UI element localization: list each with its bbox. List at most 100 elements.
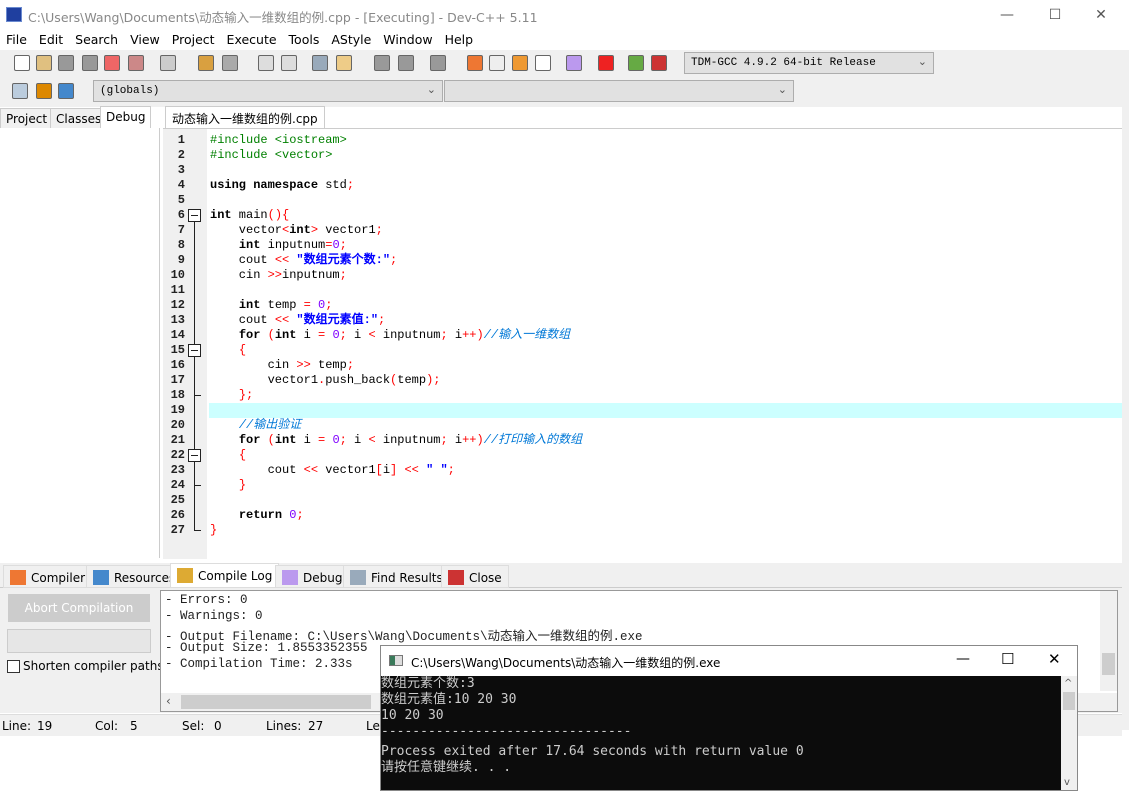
console-scrollbar[interactable]: ^ v <box>1061 676 1077 790</box>
code-line[interactable]: vector<int> vector1; <box>210 223 383 238</box>
code-line[interactable]: cin >>inputnum; <box>210 268 347 283</box>
profile-delete-icon[interactable] <box>651 55 667 71</box>
code-line[interactable]: for (int i = 0; i < inputnum; i++)//输入一维… <box>210 328 570 343</box>
code-line[interactable]: }; <box>210 388 253 403</box>
code-line[interactable]: return 0; <box>210 508 304 523</box>
compiler-select[interactable]: TDM-GCC 4.9.2 64-bit Release ⌄ <box>684 52 934 74</box>
stop-icon[interactable] <box>598 55 614 71</box>
scrollbar-thumb[interactable] <box>1102 653 1115 675</box>
indent-icon[interactable] <box>374 55 390 71</box>
console-close-button[interactable]: ✕ <box>1048 650 1061 668</box>
new-file-icon[interactable] <box>14 55 30 71</box>
code-line[interactable]: int inputnum=0; <box>210 238 347 253</box>
replace-icon[interactable] <box>281 55 297 71</box>
menu-edit[interactable]: Edit <box>33 30 69 47</box>
code-line[interactable]: cout << "数组元素个数:"; <box>210 253 397 268</box>
scroll-left-icon[interactable]: ‹ <box>166 694 171 708</box>
tab-close[interactable]: Close <box>441 565 509 588</box>
save-icon[interactable] <box>58 55 74 71</box>
fold-collapse-icon[interactable] <box>188 449 201 462</box>
tab-project[interactable]: Project <box>0 108 54 129</box>
code-line[interactable]: //输出验证 <box>210 418 301 433</box>
code-line[interactable]: vector1.push_back(temp); <box>210 373 441 388</box>
menu-view[interactable]: View <box>124 30 166 47</box>
goto-bookmark-icon[interactable] <box>336 55 352 71</box>
menu-execute[interactable]: Execute <box>221 30 283 47</box>
close-file-icon[interactable] <box>104 55 120 71</box>
code-line[interactable]: #include <iostream> <box>210 133 347 148</box>
console-maximize-button[interactable]: ☐ <box>1001 650 1014 668</box>
compile-run-icon[interactable] <box>512 55 528 71</box>
menu-bar: File Edit Search View Project Execute Tools ASt… <box>0 30 1129 50</box>
code-line[interactable]: int temp = 0; <box>210 298 333 313</box>
open-icon[interactable] <box>36 55 52 71</box>
console-minimize-button[interactable]: — <box>956 651 970 667</box>
col-label: Col: <box>95 719 119 733</box>
close-all-icon[interactable] <box>128 55 144 71</box>
code-line[interactable]: } <box>210 523 217 538</box>
syntax-check-icon[interactable] <box>566 55 582 71</box>
tab-debug[interactable]: Debug <box>100 106 152 129</box>
fold-collapse-icon[interactable] <box>188 209 201 222</box>
add-file-icon[interactable] <box>36 83 52 99</box>
abort-compilation-button[interactable]: Abort Compilation <box>8 594 150 622</box>
remove-file-icon[interactable] <box>58 83 74 99</box>
tab-classes[interactable]: Classes <box>50 108 108 129</box>
tab-compile-log[interactable]: Compile Log <box>170 563 280 588</box>
find-icon[interactable] <box>258 55 274 71</box>
print-icon[interactable] <box>160 55 176 71</box>
menu-file[interactable]: File <box>0 30 33 47</box>
code-line[interactable]: cout << vector1[i] << " "; <box>210 463 455 478</box>
goto-line-icon[interactable] <box>312 55 328 71</box>
code-token: ; <box>378 313 386 327</box>
scroll-up-icon[interactable]: ^ <box>1064 678 1072 689</box>
code-token: for <box>238 433 261 447</box>
code-line[interactable]: int main(){ <box>210 208 289 223</box>
minimize-button[interactable]: — <box>987 4 1027 26</box>
menu-project[interactable]: Project <box>166 30 221 47</box>
code-line[interactable]: { <box>210 448 246 463</box>
scrollbar-thumb[interactable] <box>1063 692 1075 710</box>
code-line[interactable]: cin >> temp; <box>210 358 354 373</box>
rebuild-icon[interactable] <box>535 55 551 71</box>
code-line[interactable]: { <box>210 343 246 358</box>
console-window[interactable]: C:\Users\Wang\Documents\动态输入一维数组的例.exe —… <box>380 645 1078 791</box>
undo-icon[interactable] <box>198 55 214 71</box>
tab-label: Find Results <box>371 571 443 585</box>
menu-astyle[interactable]: AStyle <box>325 30 377 47</box>
chart-icon[interactable] <box>628 55 644 71</box>
shorten-paths-checkbox[interactable] <box>7 660 20 673</box>
code-line[interactable]: } <box>210 478 246 493</box>
menu-window[interactable]: Window <box>377 30 438 47</box>
scrollbar-thumb[interactable] <box>181 695 371 709</box>
code-line[interactable]: #include <vector> <box>210 148 332 163</box>
maximize-button[interactable]: ☐ <box>1035 4 1075 26</box>
code-editor[interactable]: 1 2 3 4 5 6 7 8 9 10 11 12 13 14 15 16 17 18 19 20 21 22 23 24 2… <box>163 128 1122 559</box>
tab-compiler[interactable]: Compiler <box>3 565 93 588</box>
file-tab[interactable]: 动态输入一维数组的例.cpp <box>165 106 325 129</box>
tab-resources[interactable]: Resources <box>86 565 183 588</box>
menu-tools[interactable]: Tools <box>283 30 326 47</box>
save-all-icon[interactable] <box>82 55 98 71</box>
fold-collapse-icon[interactable] <box>188 344 201 357</box>
code-line[interactable]: for (int i = 0; i < inputnum; i++)//打印输入… <box>210 433 582 448</box>
run-icon[interactable] <box>489 55 505 71</box>
scope-select[interactable]: (globals) ⌄ <box>93 80 443 102</box>
redo-icon[interactable] <box>222 55 238 71</box>
new-class-icon[interactable] <box>12 83 28 99</box>
vertical-scrollbar[interactable] <box>1100 591 1117 691</box>
close-button[interactable]: ✕ <box>1081 4 1121 26</box>
scroll-down-icon[interactable]: v <box>1064 777 1070 788</box>
menu-help[interactable]: Help <box>439 30 480 47</box>
tab-debug[interactable]: Debug <box>275 565 350 588</box>
toggle-comment-icon[interactable] <box>430 55 446 71</box>
member-select[interactable]: ⌄ <box>444 80 794 102</box>
tab-find-results[interactable]: Find Results <box>343 565 450 588</box>
compile-icon[interactable] <box>467 55 483 71</box>
code-line[interactable]: using namespace std; <box>210 178 354 193</box>
console-title-bar: C:\Users\Wang\Documents\动态输入一维数组的例.exe —… <box>381 646 1077 676</box>
menu-search[interactable]: Search <box>69 30 124 47</box>
unindent-icon[interactable] <box>398 55 414 71</box>
code-line[interactable]: cout << "数组元素值:"; <box>210 313 385 328</box>
